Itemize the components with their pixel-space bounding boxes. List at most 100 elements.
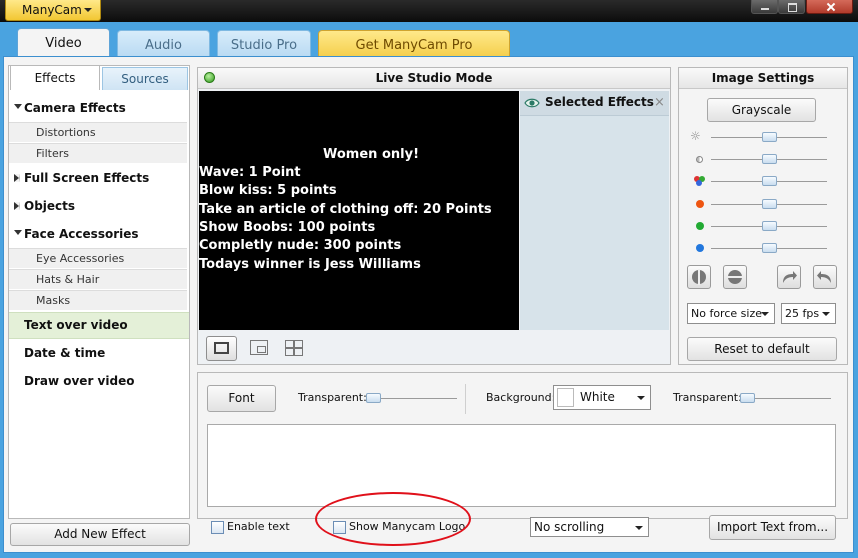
minimize-button[interactable] xyxy=(751,0,778,14)
category-text-over-video[interactable]: Text over video xyxy=(9,312,189,339)
video-text-line: Completly nude: 300 points xyxy=(199,238,402,253)
video-text-line: Take an article of clothing off: 20 Poin… xyxy=(199,202,492,217)
category-label: Full Screen Effects xyxy=(24,171,150,185)
category-objects[interactable]: Objects xyxy=(9,193,189,219)
grayscale-button[interactable]: Grayscale xyxy=(707,98,816,122)
layout-single-button[interactable] xyxy=(206,336,237,361)
list-item-label: Distortions xyxy=(36,126,96,139)
video-text-line: Blow kiss: 5 points xyxy=(199,183,337,198)
category-camera-effects[interactable]: Camera Effects xyxy=(9,95,189,121)
flip-horizontal-button[interactable] xyxy=(687,265,711,289)
maximize-button[interactable] xyxy=(778,0,805,14)
chevron-down-icon xyxy=(637,396,645,400)
video-text-line: Show Boobs: 100 points xyxy=(199,220,376,235)
scrolling-value: No scrolling xyxy=(534,520,605,534)
color-slider-thumb[interactable] xyxy=(762,176,777,186)
import-text-button[interactable]: Import Text from... xyxy=(709,515,836,540)
category-face-accessories[interactable]: Face Accessories xyxy=(9,221,189,247)
list-item-hats-hair[interactable]: Hats & Hair xyxy=(9,269,187,289)
overlay-text-input[interactable] xyxy=(207,424,836,507)
add-new-effect-label: Add New Effect xyxy=(54,527,146,541)
force-size-value: No force size xyxy=(691,307,762,320)
category-full-screen-effects[interactable]: Full Screen Effects xyxy=(9,165,189,191)
video-text-line: Women only! xyxy=(323,147,419,162)
contrast-icon xyxy=(696,156,703,163)
tab-audio-label: Audio xyxy=(145,38,182,53)
blue-channel-icon xyxy=(696,244,704,252)
rotate-left-button[interactable] xyxy=(813,265,837,289)
contrast-slider-thumb[interactable] xyxy=(762,154,777,164)
list-item-label: Hats & Hair xyxy=(36,273,100,286)
enable-text-checkbox[interactable] xyxy=(211,521,224,534)
category-label: Text over video xyxy=(24,318,128,332)
close-icon[interactable]: × xyxy=(654,95,665,110)
chevron-down-icon xyxy=(761,312,769,316)
reset-to-default-button[interactable]: Reset to default xyxy=(687,337,837,361)
category-label: Camera Effects xyxy=(24,101,126,115)
scrolling-select[interactable]: No scrolling xyxy=(530,517,649,537)
flip-vertical-icon xyxy=(727,270,743,284)
eye-icon[interactable] xyxy=(524,96,540,110)
enable-text-label: Enable text xyxy=(227,520,290,533)
selected-effects-label: Selected Effects xyxy=(545,95,654,109)
app-menu-button[interactable]: ManyCam xyxy=(5,0,101,21)
color-swatch xyxy=(557,388,574,407)
add-new-effect-button[interactable]: Add New Effect xyxy=(10,523,190,546)
live-studio-title: Live Studio Mode xyxy=(198,68,670,89)
list-item-filters[interactable]: Filters xyxy=(9,143,187,163)
flip-vertical-button[interactable] xyxy=(723,265,747,289)
green-slider-thumb[interactable] xyxy=(762,221,777,231)
list-item-masks[interactable]: Masks xyxy=(9,290,187,310)
font-label: Font xyxy=(228,391,255,405)
tab-get-pro-label: Get ManyCam Pro xyxy=(355,38,473,53)
subtab-sources-label: Sources xyxy=(121,72,169,86)
collapsed-arrow-icon xyxy=(14,174,20,182)
tab-video-label: Video xyxy=(45,36,82,51)
category-draw-over-video[interactable]: Draw over video xyxy=(9,368,189,394)
pip-view-icon[interactable] xyxy=(250,340,268,355)
panel-title-label: Image Settings xyxy=(711,71,815,85)
fps-select[interactable]: 25 fps xyxy=(781,303,836,324)
close-window-button[interactable] xyxy=(806,0,853,14)
subtab-sources[interactable]: Sources xyxy=(102,67,188,90)
import-text-label: Import Text from... xyxy=(716,520,829,534)
force-size-select[interactable]: No force size xyxy=(687,303,775,324)
background-label: Background: xyxy=(486,391,556,404)
video-text-line: Todays winner is Jess Williams xyxy=(199,257,421,272)
rotate-right-button[interactable] xyxy=(777,265,801,289)
background-color-select[interactable]: White xyxy=(553,385,651,410)
chevron-down-icon xyxy=(635,526,643,530)
background-transparent-label: Transparent: xyxy=(673,391,742,404)
text-transparency-slider-thumb[interactable] xyxy=(366,393,381,403)
font-button[interactable]: Font xyxy=(207,385,276,412)
category-label: Draw over video xyxy=(24,374,135,388)
list-item-label: Eye Accessories xyxy=(36,252,125,265)
green-channel-icon xyxy=(696,222,704,230)
list-item-label: Masks xyxy=(36,294,71,307)
title-bar xyxy=(0,0,858,22)
fps-value: 25 fps xyxy=(785,307,820,320)
collapsed-arrow-icon xyxy=(14,202,20,210)
blue-slider-thumb[interactable] xyxy=(762,243,777,253)
brightness-icon: ☼ xyxy=(690,129,701,143)
brightness-slider-thumb[interactable] xyxy=(762,132,777,142)
subtab-effects[interactable]: Effects xyxy=(10,65,100,90)
background-transparency-slider-thumb[interactable] xyxy=(740,393,755,403)
category-date-time[interactable]: Date & time xyxy=(9,340,189,366)
subtab-effects-label: Effects xyxy=(34,71,76,85)
video-preview: Women only! Wave: 1 Point Blow kiss: 5 p… xyxy=(199,91,519,330)
chevron-down-icon xyxy=(84,8,92,12)
tab-studio-pro-label: Studio Pro xyxy=(230,38,298,53)
category-label: Date & time xyxy=(24,346,106,360)
red-channel-icon xyxy=(696,200,704,208)
red-slider-thumb[interactable] xyxy=(762,199,777,209)
list-item-distortions[interactable]: Distortions xyxy=(9,122,187,142)
list-item-eye-accessories[interactable]: Eye Accessories xyxy=(9,248,187,268)
panel-title-label: Live Studio Mode xyxy=(375,71,493,85)
category-label: Objects xyxy=(24,199,76,213)
red-annotation-circle xyxy=(315,492,471,546)
grid-view-icon[interactable] xyxy=(285,340,303,356)
grayscale-label: Grayscale xyxy=(731,103,792,117)
single-view-icon xyxy=(214,342,229,354)
expanded-arrow-icon xyxy=(14,230,22,235)
